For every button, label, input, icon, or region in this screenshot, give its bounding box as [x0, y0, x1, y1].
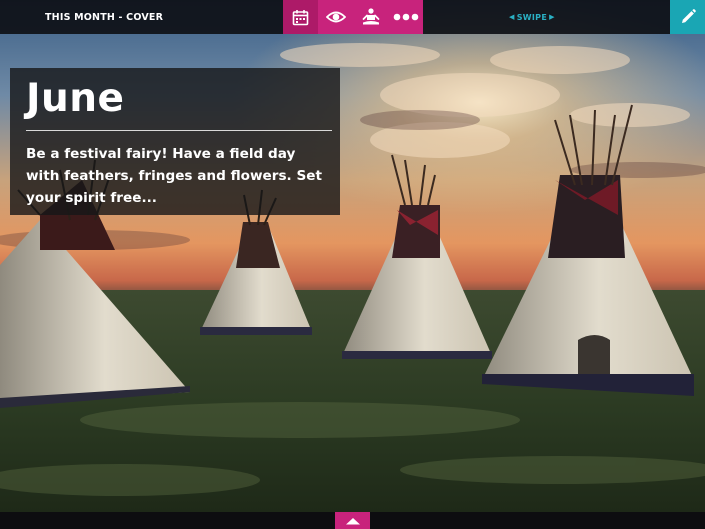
pencil-icon: [681, 9, 696, 23]
info-card: June Be a festival fairy! Have a field d…: [10, 68, 340, 215]
more-button[interactable]: [388, 0, 423, 34]
swipe-left-arrow-icon: ◀: [509, 12, 515, 21]
card-divider: [26, 130, 332, 131]
calendar-button[interactable]: [283, 0, 318, 34]
swipe-right-arrow-icon: ▶: [549, 12, 555, 21]
eye-icon: [325, 11, 346, 23]
card-title: June: [26, 76, 125, 121]
card-description: Be a festival fairy! Have a field day wi…: [26, 146, 322, 206]
edit-button[interactable]: [670, 0, 705, 34]
swipe-hint[interactable]: ◀ SWIPE ▶: [509, 0, 555, 34]
chevron-up-icon: [345, 517, 360, 524]
swipe-label: SWIPE: [516, 12, 548, 22]
calendar-icon: [292, 9, 309, 25]
eye-button[interactable]: [318, 0, 353, 34]
expand-up-button[interactable]: [335, 512, 370, 529]
more-icon: [393, 13, 418, 21]
section-title: THIS MONTH - COVER: [45, 12, 164, 23]
meditation-button[interactable]: [353, 0, 388, 34]
meditation-icon: [362, 8, 379, 25]
